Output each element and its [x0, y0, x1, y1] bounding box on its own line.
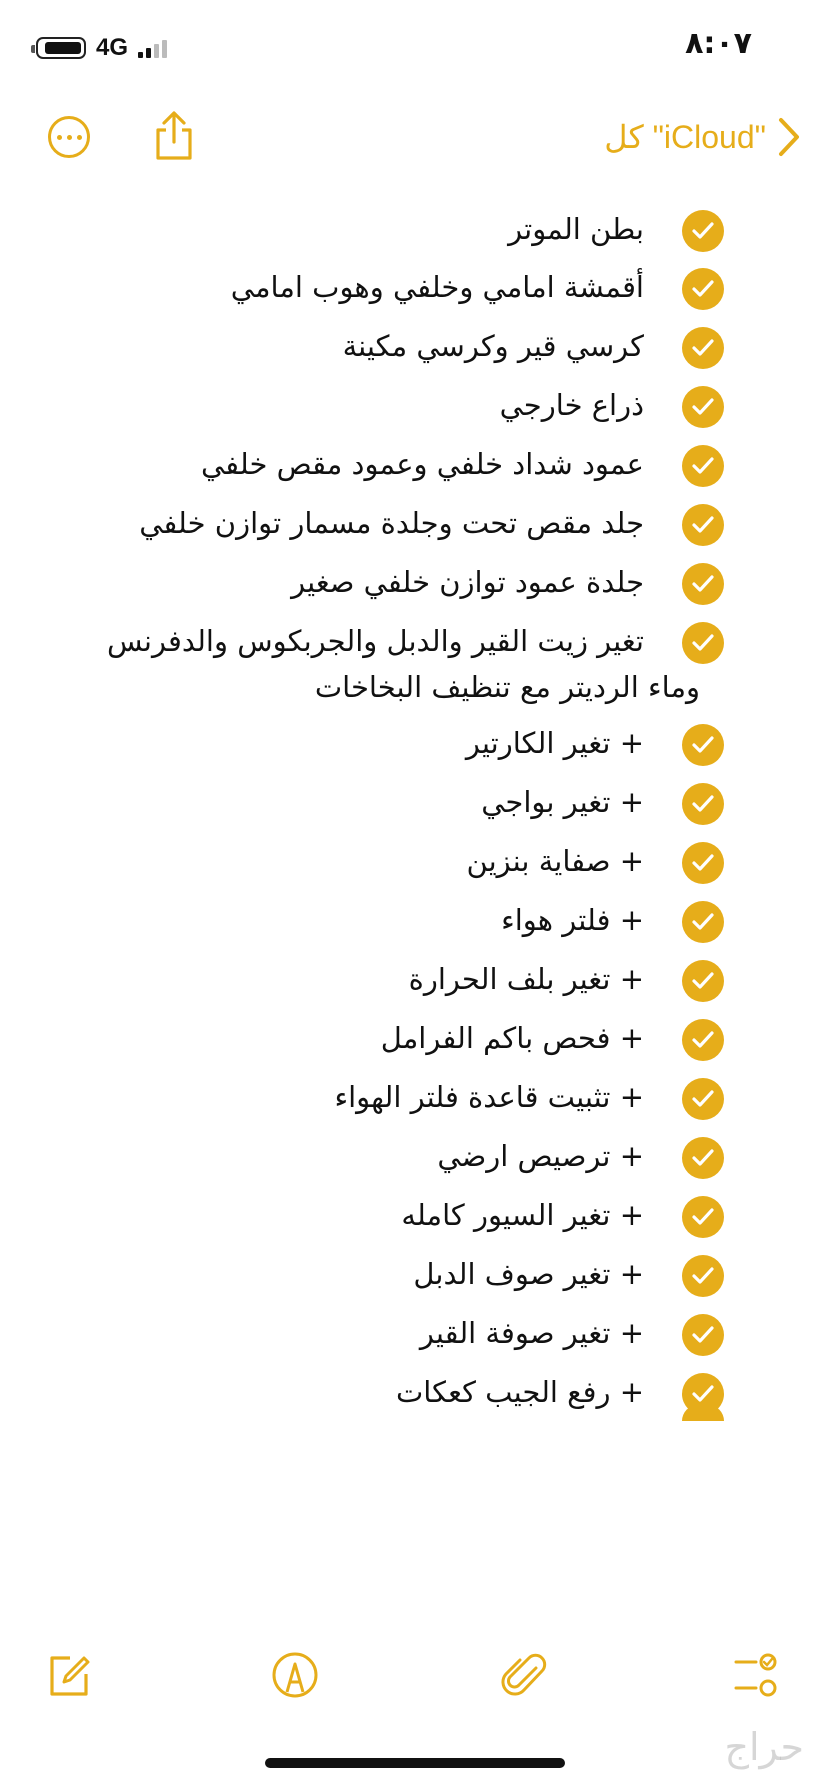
check-circle-icon[interactable]	[682, 1314, 724, 1356]
compose-icon[interactable]	[44, 1650, 94, 1700]
checklist-item-text[interactable]: + صفاية بنزين	[64, 838, 644, 884]
watermark: حراج	[724, 1725, 804, 1769]
bottom-toolbar	[0, 1620, 828, 1740]
check-circle-icon[interactable]	[682, 1137, 724, 1179]
check-circle-icon[interactable]	[682, 327, 724, 369]
checklist-item-text[interactable]: ذراع خارجي	[64, 382, 644, 428]
checklist-item-text[interactable]: + تغير صوف الدبل	[64, 1251, 644, 1297]
check-circle-icon[interactable]	[682, 386, 724, 428]
checklist-item-text[interactable]: جلدة عمود توازن خلفي صغير	[64, 559, 644, 605]
check-circle-icon[interactable]	[682, 504, 724, 546]
check-circle-icon[interactable]	[682, 1196, 724, 1238]
check-circle-icon[interactable]	[682, 622, 724, 664]
markup-pen-icon[interactable]	[270, 1650, 320, 1700]
paperclip-icon[interactable]	[500, 1650, 550, 1700]
check-circle-icon[interactable]	[682, 1019, 724, 1061]
share-icon[interactable]	[152, 110, 196, 162]
check-circle-icon[interactable]	[682, 960, 724, 1002]
checklist-item-text[interactable]: جلد مقص تحت وجلدة مسمار توازن خلفي	[64, 500, 644, 546]
check-circle-icon[interactable]	[682, 445, 724, 487]
check-circle-icon[interactable]	[682, 210, 724, 252]
checklist-item-text[interactable]: + تغير صوفة القير	[64, 1310, 644, 1356]
checklist-item-text[interactable]: + فحص باكم الفرامل	[64, 1015, 644, 1061]
check-circle-icon[interactable]	[682, 724, 724, 766]
network-type: 4G	[96, 34, 129, 61]
checklist-item-line: تغير زيت القير والدبل والجربكوس والدفرنس	[106, 624, 644, 658]
checklist-item-text[interactable]: + تغير الكارتير	[64, 720, 644, 766]
checklist-item-text[interactable]: أقمشة امامي وخلفي وهوب امامي	[64, 264, 644, 310]
more-options-icon[interactable]	[48, 116, 90, 158]
status-time: ٨:٠٧	[685, 26, 752, 61]
check-circle-icon[interactable]	[682, 268, 724, 310]
checklist-item-line-continued: وماء الرديتر مع تنظيف البخاخات	[314, 670, 700, 704]
check-circle-icon[interactable]	[682, 783, 724, 825]
check-circle-icon[interactable]	[682, 842, 724, 884]
battery-icon	[31, 37, 86, 59]
back-button[interactable]: كل "iCloud"	[604, 112, 800, 162]
check-circle-icon[interactable]	[682, 1078, 724, 1120]
nav-bar: كل "iCloud"	[0, 96, 828, 186]
checklist-item-text[interactable]: + تثبيت قاعدة فلتر الهواء	[64, 1074, 644, 1120]
checklist-icon[interactable]	[730, 1650, 780, 1700]
check-circle-icon[interactable]	[682, 563, 724, 605]
checklist-item-text[interactable]: + ترصيص ارضي	[64, 1133, 644, 1179]
status-indicators: 4G	[31, 34, 168, 62]
checklist-item-text[interactable]: بطن الموتر	[64, 206, 644, 252]
check-circle-icon[interactable]	[682, 1255, 724, 1297]
checklist-item-text[interactable]: + تغير بواجي	[64, 779, 644, 825]
check-circle-icon[interactable]	[682, 1405, 724, 1421]
checklist-item-text[interactable]: + تغير بلف الحرارة	[64, 956, 644, 1002]
checklist-item-text[interactable]: + فلتر هواء	[64, 897, 644, 943]
checklist-item-text[interactable]: + تغير السيور كامله	[64, 1192, 644, 1238]
checklist-item-text[interactable]: + رفع الجيب كعكات	[64, 1369, 644, 1415]
status-bar: 4G ٨:٠٧	[0, 0, 828, 96]
check-circle-icon[interactable]	[682, 901, 724, 943]
home-indicator[interactable]	[265, 1758, 565, 1768]
checklist-item-text[interactable]: عمود شداد خلفي وعمود مقص خلفي	[64, 441, 644, 487]
chevron-right-icon	[779, 118, 799, 156]
signal-strength-icon	[138, 38, 168, 58]
checklist-item-text[interactable]: تغير زيت القير والدبل والجربكوس والدفرنس…	[74, 618, 700, 710]
checklist-item-text[interactable]: كرسي قير وكرسي مكينة	[64, 323, 644, 369]
back-label: كل "iCloud"	[604, 119, 766, 155]
